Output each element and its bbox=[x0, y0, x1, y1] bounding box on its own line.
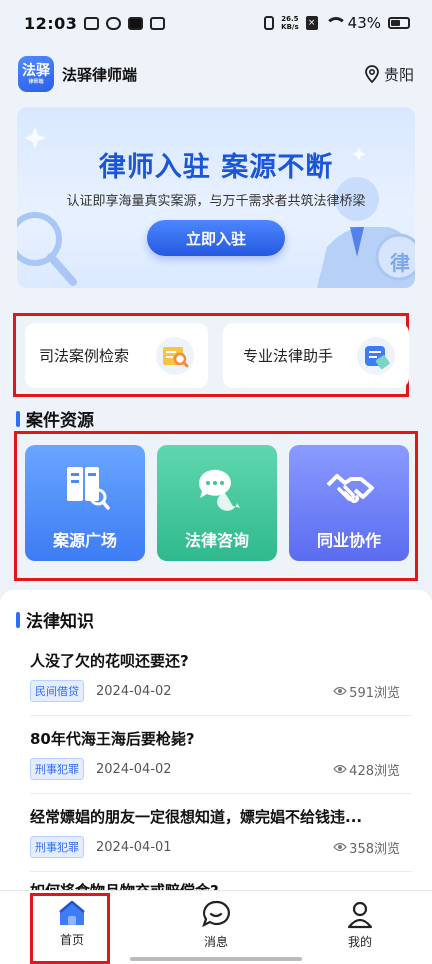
location-text: 贵阳 bbox=[383, 65, 414, 84]
brand: 法驿 律师端 法驿律师端 bbox=[18, 56, 137, 92]
battery-icon bbox=[388, 17, 410, 29]
article-views: 591浏览 bbox=[333, 682, 400, 701]
article-title: 80年代海王海后要枪毙? bbox=[30, 730, 195, 748]
tiktok-notification-icon bbox=[128, 16, 144, 30]
location-pin-icon bbox=[365, 65, 379, 83]
legal-consult-label: 法律咨询 bbox=[184, 531, 249, 550]
status-time: 12:03 bbox=[24, 13, 78, 33]
tools-highlight-box: 司法案例检索 专业法律助手 bbox=[13, 313, 409, 397]
lawyer-join-banner[interactable]: 律师入驻 案源不断 认证即享海量真实案源，与万千需求者共筑法律桥梁 立即入驻 律 bbox=[17, 107, 415, 288]
article-title: 人没了欠的花呗还要还? bbox=[30, 652, 189, 670]
case-search-label: 司法案例检索 bbox=[39, 347, 130, 365]
case-search-icon bbox=[156, 337, 194, 375]
status-bar: 12:03 26.5 KB/s × 43% bbox=[0, 0, 432, 46]
banner-title: 律师入驻 案源不断 bbox=[98, 152, 334, 183]
legal-assistant-label: 专业法律助手 bbox=[243, 347, 334, 365]
battery-percent: 43% bbox=[347, 14, 381, 32]
lawyer-badge: 律 bbox=[390, 251, 410, 275]
app-logo: 法驿 律师端 bbox=[18, 56, 54, 92]
legal-knowledge-heading: 法律知识 bbox=[16, 607, 94, 632]
article-date: 2024-04-02 bbox=[96, 761, 172, 777]
eye-icon bbox=[333, 764, 347, 774]
article-tag: 刑事犯罪 bbox=[30, 836, 84, 858]
gesture-bar bbox=[130, 957, 302, 961]
article-meta: 刑事犯罪 2024-04-02 428浏览 bbox=[30, 758, 412, 780]
case-square-label: 案源广场 bbox=[52, 531, 117, 550]
article-tag: 刑事犯罪 bbox=[30, 758, 84, 780]
heading-accent-bar bbox=[16, 611, 20, 628]
article-views: 428浏览 bbox=[333, 760, 400, 779]
legal-assistant-icon bbox=[357, 337, 395, 375]
case-resources-heading: 案件资源 bbox=[16, 406, 94, 431]
message-icon bbox=[202, 900, 230, 928]
tab-messages-label: 消息 bbox=[203, 935, 228, 949]
legal-knowledge-panel: 法律知识 人没了欠的花呗还要还? 民间借贷 2024-04-02 591浏览 8… bbox=[0, 590, 432, 900]
article-date: 2024-04-02 bbox=[96, 683, 172, 699]
divider bbox=[30, 871, 412, 872]
legal-consult-card[interactable]: 法律咨询 bbox=[157, 445, 277, 561]
user-icon bbox=[347, 901, 373, 929]
link-notification-icon bbox=[106, 16, 122, 30]
heading-accent-bar bbox=[16, 410, 20, 427]
join-now-button[interactable]: 立即入驻 bbox=[147, 220, 285, 256]
divider bbox=[30, 793, 412, 794]
network-speed: 26.5 KB/s bbox=[281, 15, 299, 31]
home-tab-highlight-box bbox=[30, 893, 110, 964]
legal-assistant-tool[interactable]: 专业法律助手 bbox=[223, 323, 409, 388]
divider bbox=[30, 715, 412, 716]
no-sim-icon: × bbox=[305, 16, 318, 30]
tab-me[interactable]: 我的 bbox=[315, 899, 405, 950]
vibrate-icon bbox=[264, 16, 275, 30]
app-name: 法驿律师端 bbox=[62, 65, 138, 84]
article-views: 358浏览 bbox=[333, 838, 400, 857]
case-square-card[interactable]: 案源广场 bbox=[25, 445, 145, 561]
article-title: 经常嫖娼的朋友一定很想知道，嫖完娼不给钱违... bbox=[30, 808, 363, 826]
article-meta: 刑事犯罪 2024-04-01 358浏览 bbox=[30, 836, 412, 858]
tab-messages[interactable]: 消息 bbox=[171, 899, 261, 950]
handshake-icon bbox=[326, 474, 374, 504]
app-header: 法驿 律师端 法驿律师端 贵阳 bbox=[0, 46, 432, 102]
image-notification-icon bbox=[150, 16, 166, 30]
article-item[interactable]: 人没了欠的花呗还要还? 民间借贷 2024-04-02 591浏览 bbox=[30, 650, 412, 702]
eye-icon bbox=[333, 842, 347, 852]
peer-collab-label: 同业协作 bbox=[316, 531, 381, 550]
wifi-icon bbox=[324, 17, 347, 29]
article-meta: 民间借贷 2024-04-02 591浏览 bbox=[30, 680, 412, 702]
location-selector[interactable]: 贵阳 bbox=[364, 64, 414, 85]
article-item[interactable]: 经常嫖娼的朋友一定很想知道，嫖完娼不给钱违... 刑事犯罪 2024-04-01… bbox=[30, 806, 412, 858]
chat-bubbles-icon bbox=[198, 469, 240, 511]
case-search-tool[interactable]: 司法案例检索 bbox=[25, 323, 208, 388]
tab-me-label: 我的 bbox=[347, 935, 372, 949]
app-notification-icon bbox=[84, 16, 100, 30]
article-tag: 民间借贷 bbox=[30, 680, 84, 702]
eye-icon bbox=[333, 686, 347, 696]
case-square-icon bbox=[67, 467, 110, 510]
article-date: 2024-04-01 bbox=[96, 839, 172, 855]
peer-collab-card[interactable]: 同业协作 bbox=[289, 445, 409, 561]
case-resources-highlight-box: 案源广场 法律咨询 同业协作 bbox=[14, 431, 418, 581]
banner-subtitle: 认证即享海量真实案源，与万千需求者共筑法律桥梁 bbox=[66, 194, 366, 209]
article-item[interactable]: 80年代海王海后要枪毙? 刑事犯罪 2024-04-02 428浏览 bbox=[30, 728, 412, 780]
